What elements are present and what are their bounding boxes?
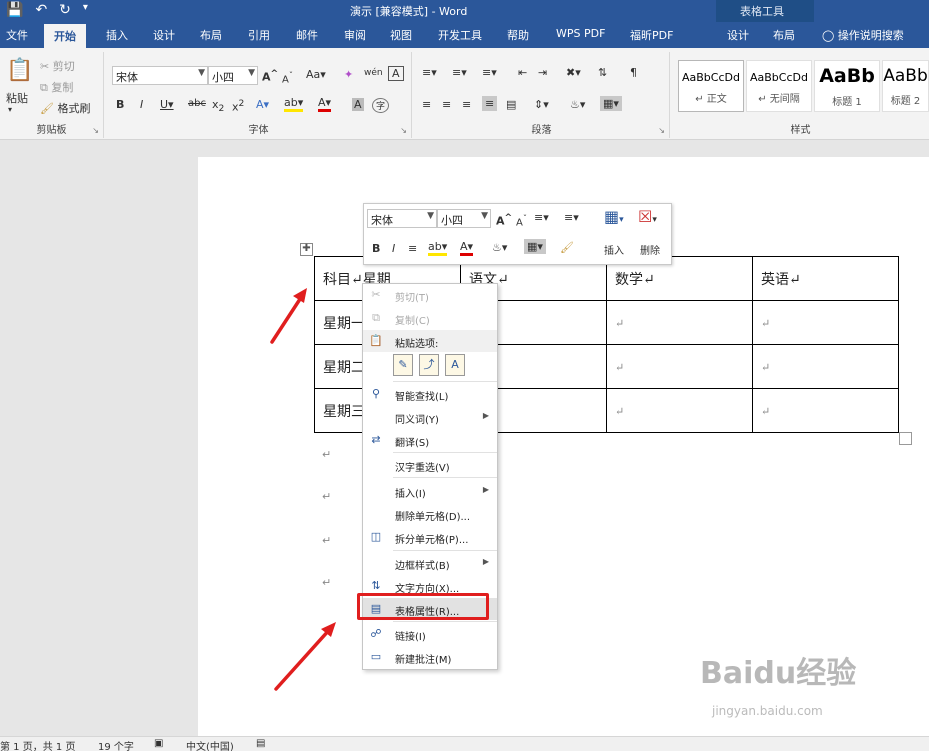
arrow-to-table: [270, 288, 307, 344]
status-page[interactable]: 第 1 页，共 1 页: [0, 738, 75, 751]
proofing-icon[interactable]: ▣: [154, 738, 163, 749]
macro-icon[interactable]: ▤: [256, 738, 265, 749]
annotation-arrows: [270, 288, 336, 691]
status-bar: 第 1 页，共 1 页 19 个字 ▣ 中文(中国) ▤: [0, 736, 929, 751]
status-word-count[interactable]: 19 个字: [98, 738, 134, 751]
watermark-logo: Baidu经验: [700, 656, 857, 691]
status-language[interactable]: 中文(中国): [186, 738, 234, 751]
arrow-to-table-properties: [274, 622, 336, 691]
watermark-url: jingyan.baidu.com: [712, 704, 823, 718]
